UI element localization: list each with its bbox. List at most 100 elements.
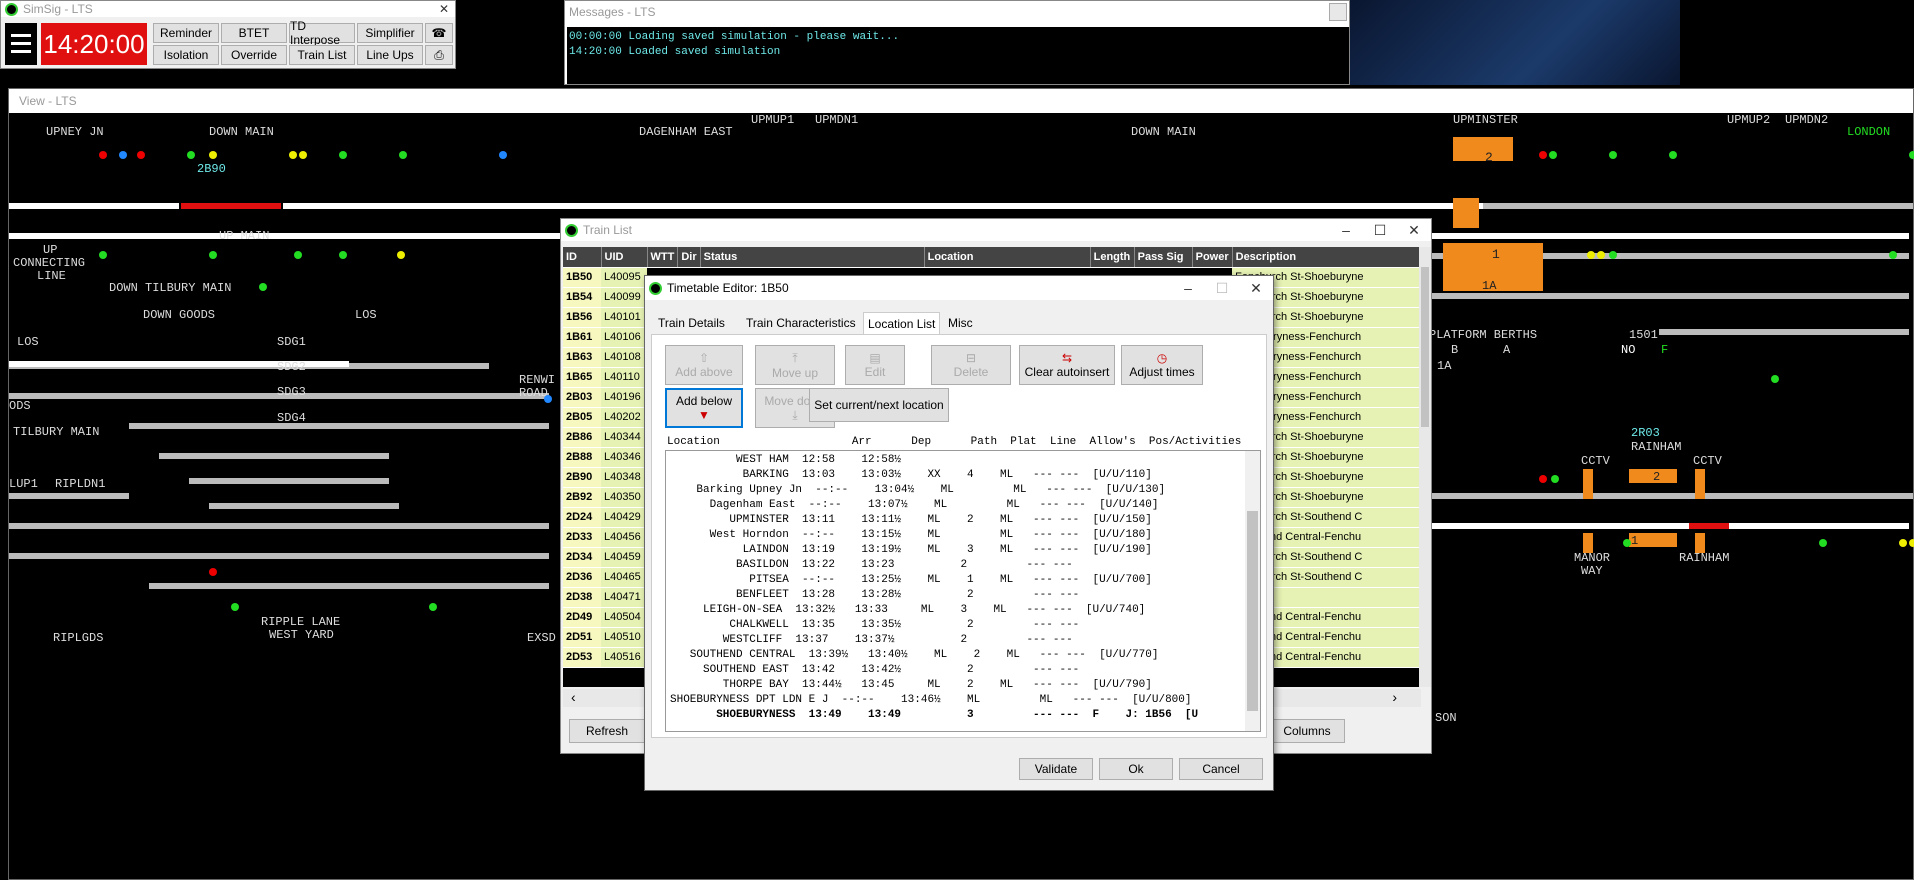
signal-green[interactable] <box>1549 151 1557 159</box>
clear-autoinsert-button[interactable]: ⇆ Clear autoinsert <box>1019 345 1115 385</box>
location-row[interactable]: THORPE BAY 13:44½ 13:45 ML 2 ML --- --- … <box>670 678 1152 693</box>
signal-green[interactable] <box>99 251 107 259</box>
ok-button[interactable]: Ok <box>1099 758 1173 780</box>
signal-green[interactable] <box>399 151 407 159</box>
cancel-button[interactable]: Cancel <box>1179 758 1263 780</box>
col-description[interactable]: Description <box>1232 247 1421 268</box>
signal-green[interactable] <box>187 151 195 159</box>
scroll-left-icon[interactable]: ‹ <box>571 689 576 705</box>
location-row[interactable]: West Horndon --:-- 13:15½ ML ML --- --- … <box>670 528 1152 543</box>
signal-blue[interactable] <box>499 151 507 159</box>
signal-red[interactable] <box>1539 475 1547 483</box>
signal-yellow[interactable] <box>289 151 297 159</box>
location-row[interactable]: BENFLEET 13:28 13:28½ 2 --- --- <box>670 588 1079 603</box>
signal-green[interactable] <box>259 283 267 291</box>
train-list-vscroll[interactable] <box>1419 247 1431 687</box>
menu-icon[interactable] <box>5 23 37 65</box>
berth-2r03[interactable]: 2R03 <box>1631 426 1660 440</box>
maximize-icon[interactable]: ☐ <box>1363 222 1397 239</box>
signal-yellow[interactable] <box>1909 539 1914 547</box>
location-row[interactable]: SOUTHEND CENTRAL 13:39½ 13:40½ ML 2 ML -… <box>670 648 1159 663</box>
tab-location-list[interactable]: Location List <box>863 312 941 334</box>
tab-train-characteristics[interactable]: Train Characteristics <box>743 316 859 334</box>
add-above-button[interactable]: ⇧ Add above <box>665 345 743 385</box>
signal-green[interactable] <box>1669 151 1677 159</box>
move-up-button[interactable]: ⤒ Move up <box>755 345 835 385</box>
signal-green[interactable] <box>1889 251 1897 259</box>
location-row[interactable]: WESTCLIFF 13:37 13:37½ 2 --- --- <box>670 633 1073 648</box>
tab-train-details[interactable]: Train Details <box>655 316 728 334</box>
col-power[interactable]: Power <box>1192 247 1233 268</box>
add-below-button[interactable]: Add below ▼ <box>665 388 743 428</box>
isolation-button[interactable]: Isolation <box>153 45 219 65</box>
location-row[interactable]: WEST HAM 12:58 12:58½ <box>670 453 901 468</box>
signal-red[interactable] <box>209 568 217 576</box>
location-row[interactable]: SOUTHEND EAST 13:42 13:42½ 2 --- --- <box>670 663 1079 678</box>
set-current-location-button[interactable]: Set current/next location <box>809 388 949 422</box>
berth-1b[interactable]: 1 <box>1631 534 1638 548</box>
signal-yellow[interactable] <box>209 151 217 159</box>
col-dir[interactable]: Dir <box>677 247 701 268</box>
minimize-icon[interactable]: – <box>1329 222 1363 239</box>
col-id[interactable]: ID <box>563 247 602 268</box>
col-pass-sig[interactable]: Pass Sig <box>1134 247 1193 268</box>
berth-2[interactable]: 2 <box>1485 150 1493 165</box>
printer-icon[interactable]: ⎙ <box>425 45 453 65</box>
location-row[interactable]: Dagenham East --:-- 13:07½ ML ML --- ---… <box>670 498 1159 513</box>
reminder-button[interactable]: Reminder <box>153 23 219 43</box>
signal-green[interactable] <box>294 251 302 259</box>
adjust-times-button[interactable]: ◷ Adjust times <box>1121 345 1203 385</box>
berth-2b90[interactable]: 2B90 <box>197 162 226 176</box>
override-button[interactable]: Override <box>221 45 287 65</box>
train-list-button[interactable]: Train List <box>289 45 355 65</box>
sim-clock[interactable]: 14:20:00 <box>41 23 147 65</box>
signal-green[interactable] <box>1609 251 1617 259</box>
location-row[interactable]: CHALKWELL 13:35 13:35½ 2 --- --- <box>670 618 1079 633</box>
close-icon[interactable]: ✕ <box>1239 280 1273 297</box>
signal-green[interactable] <box>1771 375 1779 383</box>
signal-green[interactable] <box>209 251 217 259</box>
signal-green[interactable] <box>1819 539 1827 547</box>
tab-misc[interactable]: Misc <box>945 316 976 334</box>
signal-yellow[interactable] <box>1597 251 1605 259</box>
signal-yellow[interactable] <box>1587 251 1595 259</box>
signal-green[interactable] <box>429 603 437 611</box>
signal-red[interactable] <box>1539 151 1547 159</box>
berth-1a[interactable]: 1A <box>1482 279 1496 293</box>
signal-blue[interactable] <box>119 151 127 159</box>
signal-green[interactable] <box>1609 151 1617 159</box>
location-row[interactable]: UPMINSTER 13:11 13:11½ ML 2 ML --- --- [… <box>670 513 1151 528</box>
line-ups-button[interactable]: Line Ups <box>357 45 423 65</box>
signal-green[interactable] <box>1623 539 1631 547</box>
location-list-vscroll[interactable] <box>1245 451 1260 731</box>
location-row[interactable]: SHOEBURYNESS DPT LDN E J --:-- 13:46½ ML… <box>670 693 1192 708</box>
berth-2b[interactable]: 2 <box>1653 470 1660 484</box>
signal-yellow[interactable] <box>299 151 307 159</box>
location-row[interactable]: SHOEBURYNESS 13:49 13:49 3 --- --- F J: … <box>670 708 1198 723</box>
location-list[interactable]: WEST HAM 12:58 12:58½ BARKING 13:03 13:0… <box>665 450 1261 732</box>
signal-red[interactable] <box>99 151 107 159</box>
signal-green[interactable] <box>1551 475 1559 483</box>
close-icon[interactable]: ✕ <box>439 2 449 16</box>
close-icon[interactable]: ✕ <box>1397 222 1431 239</box>
location-row[interactable]: PITSEA --:-- 13:25½ ML 1 ML --- --- [U/U… <box>670 573 1152 588</box>
phone-icon[interactable]: ☎ <box>425 23 453 43</box>
minimize-icon[interactable]: – <box>1171 280 1205 297</box>
maximize-icon[interactable]: ☐ <box>1205 280 1239 297</box>
location-row[interactable]: LAINDON 13:19 13:19½ ML 3 ML --- --- [U/… <box>670 543 1152 558</box>
col-length[interactable]: Length <box>1090 247 1135 268</box>
refresh-button[interactable]: Refresh <box>569 719 645 743</box>
btet-button[interactable]: BTET <box>221 23 287 43</box>
signal-green[interactable] <box>339 251 347 259</box>
columns-button[interactable]: Columns <box>1269 719 1345 743</box>
col-status[interactable]: Status <box>700 247 925 268</box>
signal-green[interactable] <box>231 603 239 611</box>
validate-button[interactable]: Validate <box>1019 758 1093 780</box>
location-row[interactable]: BASILDON 13:22 13:23 2 --- --- <box>670 558 1073 573</box>
scroll-thumb[interactable] <box>1421 267 1429 427</box>
col-uid[interactable]: UID <box>601 247 648 268</box>
location-row[interactable]: BARKING 13:03 13:03½ XX 4 ML --- --- [U/… <box>670 468 1152 483</box>
messages-close-button[interactable] <box>1329 3 1347 21</box>
signal-green[interactable] <box>339 151 347 159</box>
berth-1[interactable]: 1 <box>1492 247 1500 262</box>
